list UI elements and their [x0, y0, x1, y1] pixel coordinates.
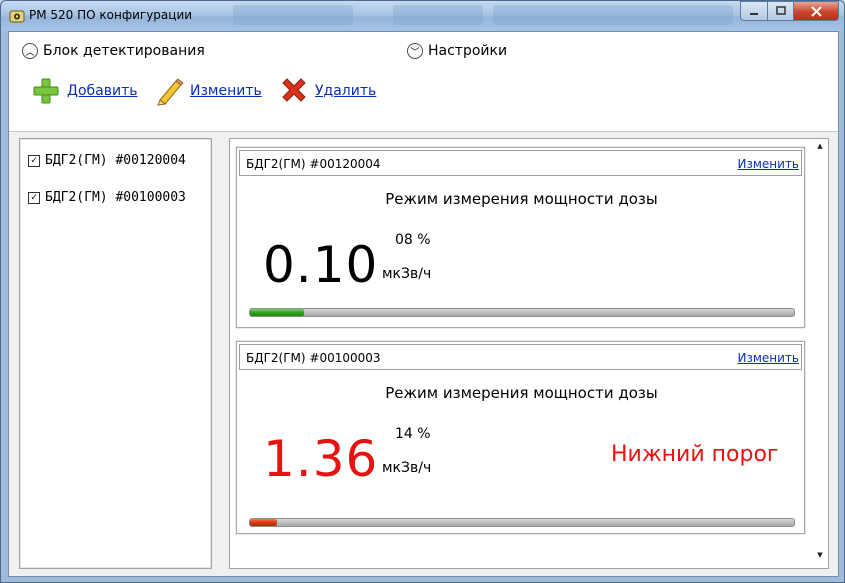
device-checkbox[interactable]: ✓ [28, 191, 40, 204]
add-action[interactable]: Добавить [31, 76, 137, 106]
dose-rate-unit: мкЗв/ч [382, 460, 432, 476]
dose-rate-value: 1.36 [263, 430, 379, 488]
background-window-ghost [233, 5, 353, 25]
device-list-item[interactable]: ✓ БДГ2(ГМ) #00100003 [28, 190, 186, 205]
dose-progress-fill [250, 519, 278, 526]
device-list-label: БДГ2(ГМ) #00120004 [45, 153, 186, 168]
dose-rate-percent: 14 % [395, 426, 431, 442]
card-edit-link[interactable]: Изменить [738, 157, 800, 171]
card-header: БДГ2(ГМ) #00100003 Изменить [239, 344, 802, 370]
dose-rate-percent: 08 % [395, 232, 431, 248]
background-window-ghost [393, 5, 483, 25]
scroll-down-arrow-icon[interactable]: ▼ [812, 551, 828, 565]
chevron-up-icon[interactable]: ︿ [22, 43, 38, 59]
card-device-name: БДГ2(ГМ) #00100003 [246, 351, 381, 365]
card-mode-label: Режим измерения мощности дозы [385, 190, 658, 208]
add-button[interactable]: Добавить [67, 83, 137, 99]
title-bar[interactable]: РМ 520 ПО конфигурации [1, 1, 844, 31]
threshold-warning: Нижний порог [611, 442, 779, 467]
section-settings-header[interactable]: ﹀ Настройки [407, 43, 507, 59]
dose-rate-unit: мкЗв/ч [382, 266, 432, 282]
minimize-button[interactable] [740, 1, 767, 21]
client-area: ︿ Блок детектирования ﹀ Настройки Добави… [8, 31, 839, 577]
delete-x-icon [282, 78, 306, 102]
edit-button[interactable]: Изменить [190, 83, 262, 99]
device-list-item[interactable]: ✓ БДГ2(ГМ) #00120004 [28, 153, 186, 168]
vertical-scrollbar[interactable]: ▲ ▼ [812, 139, 828, 568]
minimize-icon [750, 13, 758, 15]
section-detect-header[interactable]: ︿ Блок детектирования [22, 43, 205, 59]
dose-rate-value: 0.10 [263, 236, 379, 294]
maximize-button[interactable] [767, 1, 793, 21]
section-settings-label: Настройки [428, 43, 508, 59]
card-mode-label: Режим измерения мощности дозы [385, 384, 658, 402]
app-window: РМ 520 ПО конфигурации ︿ Блок детектиров… [0, 0, 845, 583]
device-checkbox[interactable]: ✓ [28, 154, 40, 167]
device-list-label: БДГ2(ГМ) #00100003 [45, 190, 186, 205]
card-header: БДГ2(ГМ) #00120004 Изменить [239, 150, 802, 176]
app-icon [9, 10, 25, 23]
dose-progress-bar [249, 518, 795, 527]
close-icon [810, 5, 822, 17]
section-detect-label: Блок детектирования [43, 43, 205, 59]
window-title: РМ 520 ПО конфигурации [29, 8, 193, 22]
delete-button[interactable]: Удалить [315, 83, 376, 99]
edit-action[interactable]: Изменить [154, 76, 262, 106]
dose-progress-bar [249, 308, 795, 317]
measurement-panel: БДГ2(ГМ) #00120004 Изменить Режим измере… [229, 138, 829, 569]
close-button[interactable] [793, 1, 839, 21]
device-card: БДГ2(ГМ) #00100003 Изменить Режим измере… [236, 341, 805, 534]
card-edit-link[interactable]: Изменить [738, 351, 800, 365]
delete-action[interactable]: Удалить [279, 76, 376, 106]
background-window-ghost [493, 5, 733, 25]
device-list-panel: ✓ БДГ2(ГМ) #00120004 ✓ БДГ2(ГМ) #0010000… [19, 138, 212, 569]
maximize-icon [775, 6, 786, 15]
chevron-down-icon[interactable]: ﹀ [407, 43, 423, 59]
pencil-icon [157, 78, 184, 106]
toolbar-ribbon: ︿ Блок детектирования ﹀ Настройки Добави… [9, 32, 838, 132]
card-device-name: БДГ2(ГМ) #00120004 [246, 157, 381, 171]
device-card: БДГ2(ГМ) #00120004 Изменить Режим измере… [236, 147, 805, 328]
scroll-up-arrow-icon[interactable]: ▲ [812, 142, 828, 156]
plus-icon [33, 78, 59, 104]
dose-progress-fill [250, 309, 305, 316]
